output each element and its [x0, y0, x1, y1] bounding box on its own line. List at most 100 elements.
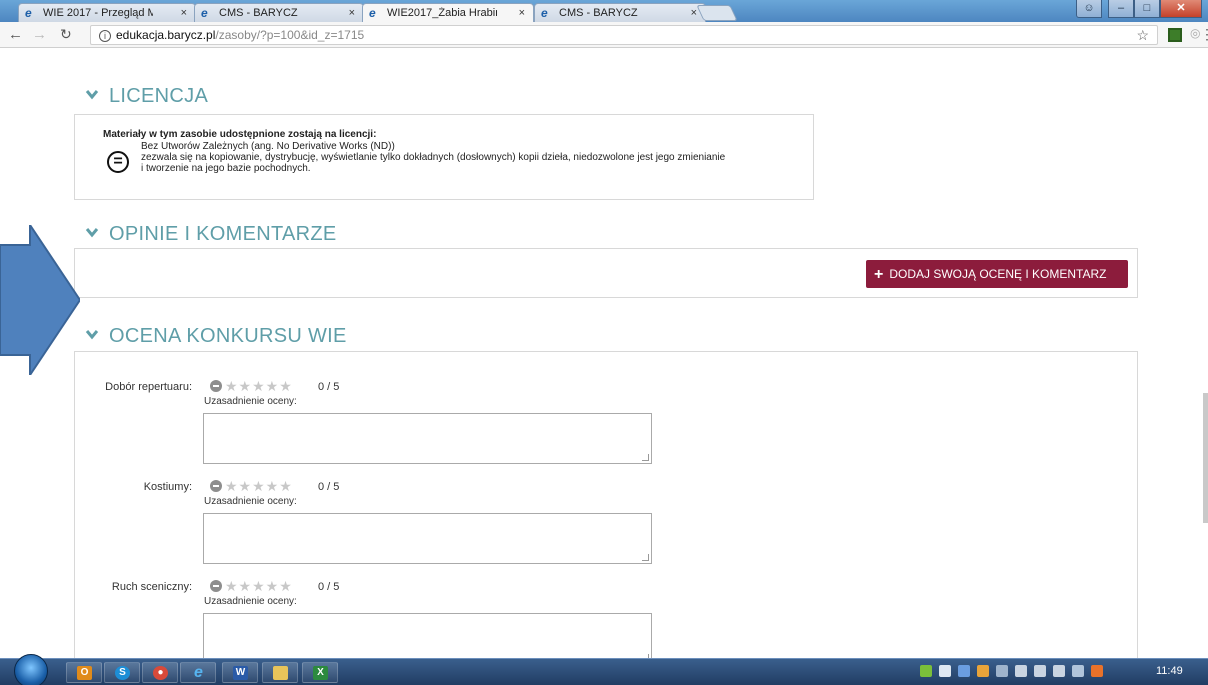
site-favicon-icon: e: [369, 6, 376, 20]
chevron-down-icon: [85, 90, 99, 100]
browser-menu-icon[interactable]: ⋮: [1200, 26, 1208, 43]
signal-icon[interactable]: [1034, 665, 1046, 677]
chevron-down-icon: [85, 228, 99, 238]
tab-close-icon[interactable]: ×: [349, 7, 355, 19]
taskbar-skype[interactable]: S: [104, 662, 140, 683]
chrome-icon: ●: [153, 666, 168, 680]
taskbar-chrome[interactable]: ●: [142, 662, 178, 683]
tray-app-icon[interactable]: [920, 665, 932, 677]
annotation-arrow-icon: [0, 225, 80, 375]
excel-icon: X: [313, 666, 328, 680]
folder-icon: [273, 666, 288, 680]
justification-textarea[interactable]: [203, 513, 652, 564]
tab-close-icon[interactable]: ×: [181, 7, 187, 19]
address-bar[interactable]: i edukacja.barycz.pl/zasoby/?p=100&id_z=1…: [90, 25, 1158, 45]
new-tab-button[interactable]: [696, 5, 738, 21]
justification-textarea[interactable]: [203, 413, 652, 464]
site-favicon-icon: e: [25, 6, 32, 20]
section-title: OCENA KONKURSU WIE: [109, 325, 347, 347]
section-title: OPINIE I KOMENTARZE: [109, 223, 337, 245]
license-desc-line2: i tworzenie na jego bazie pochodnych.: [141, 163, 311, 174]
tab-title: CMS - BARYCZ: [219, 7, 298, 19]
bluetooth-icon[interactable]: [958, 665, 970, 677]
justification-label: Uzasadnienie oceny:: [204, 496, 297, 507]
license-description: Bez Utworów Zależnych (ang. No Derivativ…: [141, 141, 841, 174]
rating-cancel-icon[interactable]: [210, 480, 222, 492]
rating-score: 0 / 5: [318, 481, 340, 493]
taskbar-explorer[interactable]: [262, 662, 298, 683]
tab-title: WIE2017_Żabia Hrabina_: [387, 7, 497, 19]
site-favicon-icon: e: [201, 6, 208, 20]
volume-icon[interactable]: [1015, 665, 1027, 677]
browser-toolbar: ← → ↻ i edukacja.barycz.pl/zasoby/?p=100&…: [0, 22, 1208, 48]
taskbar-internet-explorer[interactable]: e: [180, 662, 216, 683]
license-name: Bez Utworów Zależnych (ang. No Derivativ…: [141, 141, 395, 152]
tab-close-icon[interactable]: ×: [519, 7, 525, 19]
close-button[interactable]: ✕: [1160, 0, 1202, 18]
license-desc-line1: zezwala się na kopiowanie, dystrybucję, …: [141, 152, 726, 163]
browser-tabstrip: e WIE 2017 - Przegląd Ma × e CMS - BARYC…: [0, 0, 1208, 23]
star-rating[interactable]: ★★★★★: [225, 379, 293, 393]
taskbar-clock[interactable]: 11:49: [1156, 665, 1183, 677]
taskbar-word[interactable]: W: [222, 662, 258, 683]
outlook-icon: O: [77, 666, 92, 680]
back-arrow-icon[interactable]: ←: [8, 26, 23, 43]
scrollbar-thumb[interactable]: [1203, 393, 1208, 523]
chevron-down-icon: [85, 330, 99, 340]
rating-score: 0 / 5: [318, 581, 340, 593]
opinie-section-header[interactable]: OPINIE I KOMENTARZE: [85, 223, 337, 246]
criterion-label: Kostiumy:: [143, 481, 192, 493]
maximize-button[interactable]: □: [1134, 0, 1160, 18]
criterion-label: Dobór repertuaru:: [105, 381, 192, 393]
minimize-button[interactable]: –: [1108, 0, 1134, 18]
battery-icon[interactable]: [1053, 665, 1065, 677]
plus-icon: +: [874, 266, 884, 283]
bookmark-star-icon[interactable]: ☆: [1136, 26, 1149, 44]
tab-cms-barycz-2[interactable]: e CMS - BARYCZ ×: [534, 3, 706, 22]
page-content: LICENCJA Materiały w tym zasobie udostęp…: [0, 49, 1208, 658]
network-icon[interactable]: [996, 665, 1008, 677]
reload-icon[interactable]: ↻: [60, 26, 72, 43]
licencja-section-header[interactable]: LICENCJA: [85, 85, 208, 108]
internet-explorer-icon: e: [194, 664, 203, 681]
system-tray: [920, 665, 1103, 677]
rating-cancel-icon[interactable]: [210, 380, 222, 392]
criterion-label: Ruch sceniczny:: [111, 581, 192, 593]
url-host: edukacja.barycz.pl: [116, 28, 216, 42]
justification-label: Uzasadnienie oceny:: [204, 396, 297, 407]
windows-taskbar: O S ● e W X 11:49: [0, 654, 1208, 685]
extension-evernote-icon[interactable]: [1168, 28, 1182, 42]
tab-close-icon[interactable]: ×: [691, 7, 697, 19]
justification-label: Uzasadnienie oceny:: [204, 596, 297, 607]
star-rating[interactable]: ★★★★★: [225, 479, 293, 493]
window-controls: ☺ – □ ✕: [1076, 0, 1202, 20]
star-rating[interactable]: ★★★★★: [225, 579, 293, 593]
taskbar-excel[interactable]: X: [302, 662, 338, 683]
start-button[interactable]: [14, 654, 48, 685]
tab-title: WIE 2017 - Przegląd Ma: [43, 7, 153, 19]
tab-cms-barycz-1[interactable]: e CMS - BARYCZ ×: [194, 3, 364, 22]
site-favicon-icon: e: [541, 6, 548, 20]
ocena-section-header[interactable]: OCENA KONKURSU WIE: [85, 325, 347, 348]
rating-cancel-icon[interactable]: [210, 580, 222, 592]
taskbar-outlook[interactable]: O: [66, 662, 102, 683]
add-review-label: DODAJ SWOJĄ OCENĘ I KOMENTARZ: [889, 267, 1107, 281]
wifi-icon[interactable]: [977, 665, 989, 677]
skype-icon: S: [115, 666, 130, 680]
rating-score: 0 / 5: [318, 381, 340, 393]
licencja-panel: Materiały w tym zasobie udostępnione zos…: [74, 114, 814, 200]
forward-arrow-icon[interactable]: →: [32, 26, 47, 43]
license-heading: Materiały w tym zasobie udostępnione zos…: [103, 129, 377, 140]
url-path: /zasoby/?p=100&id_z=1715: [215, 28, 365, 42]
info-icon[interactable]: i: [99, 30, 111, 42]
tray-app-icon[interactable]: [1091, 665, 1103, 677]
tab-wie-przeglad[interactable]: e WIE 2017 - Przegląd Ma ×: [18, 3, 196, 22]
tab-zabia-hrabina[interactable]: e WIE2017_Żabia Hrabina_ ×: [362, 3, 534, 23]
user-profile-icon[interactable]: ☺: [1076, 0, 1102, 18]
word-icon: W: [233, 666, 248, 680]
action-center-icon[interactable]: [1072, 665, 1084, 677]
page-scrollbar[interactable]: [1202, 49, 1208, 658]
justification-textarea[interactable]: [203, 613, 652, 658]
add-review-button[interactable]: + DODAJ SWOJĄ OCENĘ I KOMENTARZ: [866, 260, 1128, 288]
tray-app-icon[interactable]: [939, 665, 951, 677]
